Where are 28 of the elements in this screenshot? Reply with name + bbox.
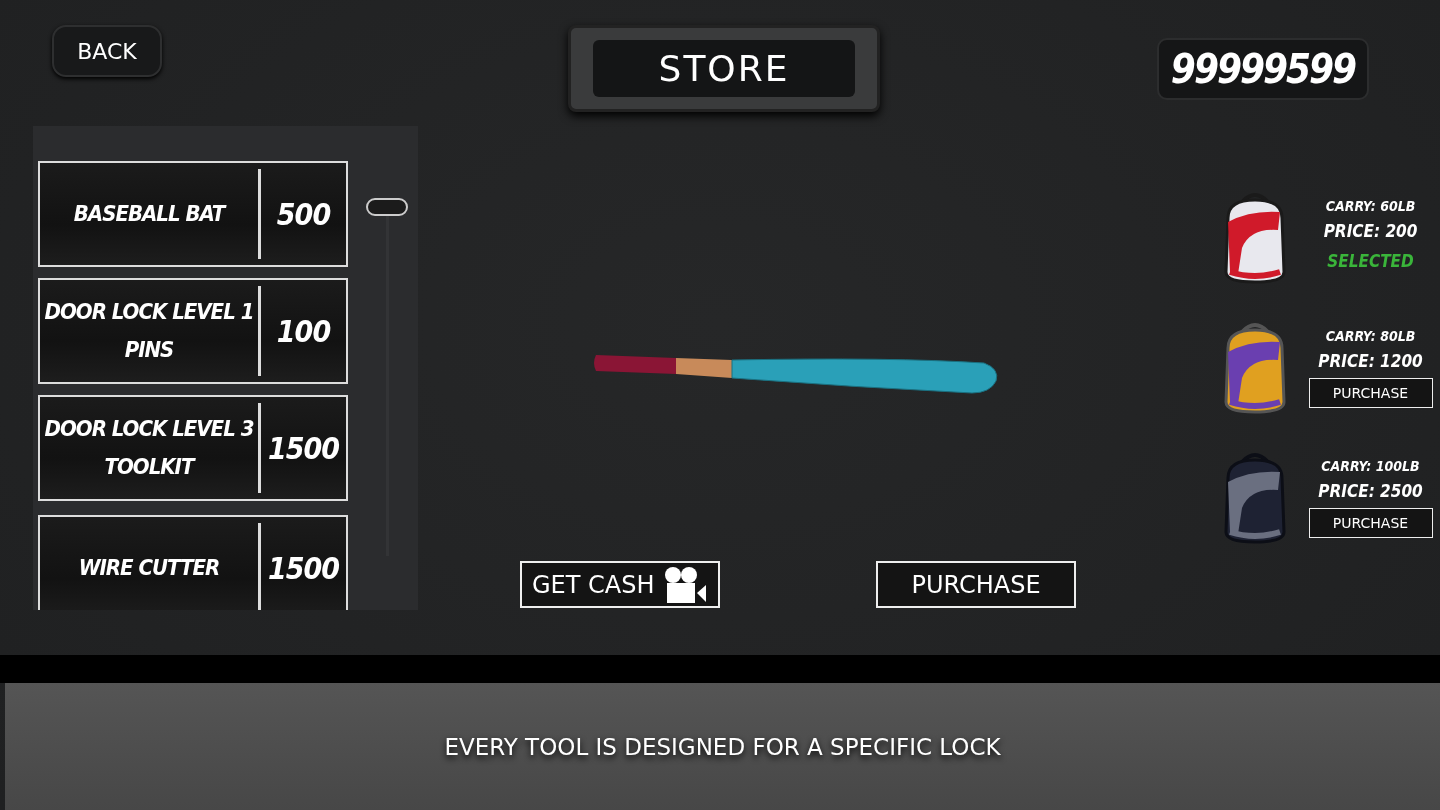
- item-name: BASEBALL BAT: [72, 200, 228, 228]
- backpack-price: PRICE: 2500: [1318, 480, 1423, 503]
- get-cash-button[interactable]: GET CASH: [520, 561, 720, 608]
- store-item[interactable]: WIRE CUTTER 1500: [38, 515, 348, 610]
- backpack-price: PRICE: 200: [1323, 220, 1418, 243]
- item-price: 1500: [266, 549, 341, 588]
- store-item[interactable]: DOOR LOCK LEVEL 1 PINS 100: [38, 278, 348, 384]
- item-price: 1500: [266, 429, 341, 468]
- purchase-button[interactable]: PURCHASE: [1308, 378, 1433, 408]
- cash-balance: 99999599: [1157, 38, 1369, 100]
- item-name: DOOR LOCK LEVEL 1 PINS: [43, 298, 255, 364]
- carry-capacity: CARRY: 80LB: [1325, 327, 1416, 346]
- purchase-button[interactable]: PURCHASE: [1308, 508, 1433, 538]
- hint-text: EVERY TOOL IS DESIGNED FOR A SPECIFIC LOCK: [444, 733, 1001, 760]
- item-price: 100: [275, 312, 332, 351]
- store-title: STORE: [593, 40, 855, 97]
- item-name: DOOR LOCK LEVEL 3 TOOLKIT: [43, 415, 255, 481]
- video-camera-icon: [664, 565, 708, 604]
- backpack-price: PRICE: 1200: [1318, 350, 1423, 373]
- selected-label: SELECTED: [1327, 250, 1414, 273]
- carry-capacity: CARRY: 60LB: [1325, 197, 1416, 216]
- store-item[interactable]: BASEBALL BAT 500: [38, 161, 348, 267]
- item-price: 500: [275, 195, 332, 234]
- scrollbar-thumb[interactable]: [366, 198, 408, 216]
- back-button[interactable]: BACK: [52, 25, 162, 77]
- purchase-button[interactable]: PURCHASE: [876, 561, 1076, 608]
- carry-capacity: CARRY: 100LB: [1321, 457, 1420, 476]
- item-name: WIRE CUTTER: [77, 554, 221, 582]
